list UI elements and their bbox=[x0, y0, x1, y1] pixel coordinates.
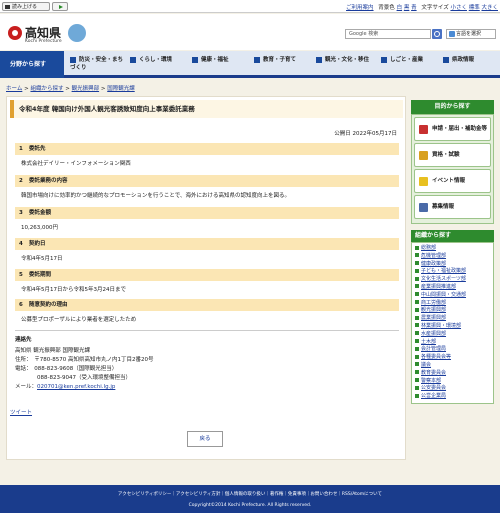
back-button[interactable]: 戻る bbox=[187, 431, 223, 447]
section-text: 韓国市場向けに効率的かつ継続的なプロモーションを行うことで、海外における高知県の… bbox=[21, 193, 291, 199]
section-heading: 5 委託期間 bbox=[15, 269, 399, 281]
language-select[interactable]: 言語を選択 bbox=[446, 29, 496, 39]
kochi-logo-icon[interactable] bbox=[8, 26, 22, 40]
nav-field-search[interactable]: 分野から探す bbox=[0, 51, 64, 78]
bg-blue-link[interactable]: 青 bbox=[411, 5, 417, 11]
nav-item-govt[interactable]: 県政情報 bbox=[443, 51, 499, 78]
utility-bar: 読み上げる ご利用案内 背景色 白 黒 青 文字サイズ 小さく 標準 大きく bbox=[0, 0, 500, 13]
section-heading: 6 随意契約の理由 bbox=[15, 299, 399, 311]
nav-item-education[interactable]: 教育・子育て bbox=[254, 51, 310, 78]
home-icon bbox=[130, 56, 136, 63]
org-heading: 組織から探す bbox=[411, 230, 494, 242]
org-item[interactable]: 農業振興部 bbox=[415, 315, 490, 323]
fontsize-label: 文字サイズ bbox=[421, 5, 449, 11]
org-item[interactable]: 会計管理局 bbox=[415, 346, 490, 354]
global-nav: 分野から探す 防災・安全・まちづくり くらし・環境 健康・福祉 教育・子育て 観… bbox=[0, 51, 500, 78]
utility-links: ご利用案内 背景色 白 黒 青 文字サイズ 小さく 標準 大きく bbox=[346, 3, 498, 11]
bg-white-link[interactable]: 白 bbox=[397, 5, 403, 11]
crumb-org[interactable]: 組織から探す bbox=[30, 86, 63, 92]
section-text: 10,263,000円 bbox=[21, 225, 58, 231]
book-icon bbox=[254, 56, 260, 63]
play-button[interactable] bbox=[52, 2, 68, 11]
bgcolor-label: 背景色 bbox=[378, 5, 395, 11]
org-item[interactable]: 文化生活スポーツ部 bbox=[415, 276, 490, 284]
org-item[interactable]: 公営企業局 bbox=[415, 393, 490, 401]
purpose-box: 申請・届出・補助金等 資格・試験 イベント情報 募集情報 bbox=[411, 114, 494, 224]
org-item[interactable]: 林業振興・環境部 bbox=[415, 323, 490, 331]
purpose-item-exams[interactable]: 資格・試験 bbox=[414, 143, 491, 167]
mascot-icon bbox=[68, 24, 86, 42]
org-item[interactable]: 教育委員会 bbox=[415, 370, 490, 378]
crumb-home[interactable]: ホーム bbox=[6, 86, 22, 92]
org-item[interactable]: 議会 bbox=[415, 362, 490, 370]
footer-links[interactable]: アクセシビリティポリシー｜アクセシビリティ方針｜個人情報の取り扱い｜著作権｜免責… bbox=[0, 485, 500, 497]
shield-icon bbox=[70, 56, 76, 63]
nav-item-work[interactable]: しごと・産業 bbox=[381, 51, 437, 78]
publish-date: 公開日 2022年05月17日 bbox=[334, 131, 397, 137]
crumb-section[interactable]: 国際観光課 bbox=[107, 86, 135, 92]
section-heading: 4 契約日 bbox=[15, 238, 399, 250]
nav-item-safety[interactable]: 防災・安全・まちづくり bbox=[70, 51, 126, 78]
sidebar: 目的から探す 申請・届出・補助金等 資格・試験 イベント情報 募集情報 組織から… bbox=[411, 100, 494, 404]
site-header: 高知県 Kochi Prefecture Google 検索 言語を選択 bbox=[0, 14, 500, 50]
bg-black-link[interactable]: 黒 bbox=[404, 5, 410, 11]
org-item[interactable]: 水産振興部 bbox=[415, 331, 490, 339]
org-item[interactable]: 危機管理部 bbox=[415, 253, 490, 261]
purpose-item-recruit[interactable]: 募集情報 bbox=[414, 195, 491, 219]
people-icon bbox=[419, 203, 428, 212]
plane-icon bbox=[316, 56, 322, 63]
certificate-icon bbox=[419, 151, 428, 160]
building-icon bbox=[443, 56, 449, 63]
breadcrumb: ホーム > 組織から探す > 観光振興部 > 国際観光課 bbox=[6, 86, 135, 92]
search-input[interactable]: Google 検索 bbox=[345, 29, 431, 39]
contact-line: 088-823-9047（受入環境整備担当） bbox=[15, 375, 131, 381]
org-item[interactable]: 公安委員会 bbox=[415, 385, 490, 393]
contact-mail: メール：020701@ken.pref.kochi.lg.jp bbox=[15, 384, 116, 390]
org-item[interactable]: 中山間振興・交通部 bbox=[415, 292, 490, 300]
contact-heading: 連絡先 bbox=[15, 330, 399, 343]
translate-icon bbox=[449, 31, 455, 37]
speaker-icon bbox=[5, 5, 10, 9]
font-normal-link[interactable]: 標準 bbox=[469, 5, 480, 11]
read-aloud-button[interactable]: 読み上げる bbox=[2, 2, 50, 11]
org-item[interactable]: 観光振興部 bbox=[415, 307, 490, 315]
purpose-item-applications[interactable]: 申請・届出・補助金等 bbox=[414, 117, 491, 141]
section-heading: 2 委託業務の内容 bbox=[15, 175, 399, 187]
section-text: 公募型プロポーザルにより業者を選定したため bbox=[21, 317, 137, 323]
org-item[interactable]: 産業振興推進部 bbox=[415, 284, 490, 292]
section-heading: 3 委託金額 bbox=[15, 207, 399, 219]
org-item[interactable]: 各種委員会等 bbox=[415, 354, 490, 362]
search-button[interactable] bbox=[432, 29, 442, 39]
nav-item-health[interactable]: 健康・福祉 bbox=[192, 51, 248, 78]
guide-link[interactable]: ご利用案内 bbox=[346, 5, 374, 11]
contact-line: 電話： 088-823-9608（国際観光担当） bbox=[15, 366, 118, 372]
site-footer: アクセシビリティポリシー｜アクセシビリティ方針｜個人情報の取り扱い｜著作権｜免責… bbox=[0, 485, 500, 513]
page-title: 令和4年度 韓国向け外国人観光客誘致知度向上事業委託業務 bbox=[10, 100, 403, 118]
section-text: 令和4年5月17日 bbox=[21, 256, 63, 262]
flag-icon bbox=[419, 177, 428, 186]
org-list: 総務部 危機管理部 健康政策部 子ども・福祉政策部 文化生活スポーツ部 産業振興… bbox=[411, 242, 494, 404]
section-heading: 1 委託先 bbox=[15, 143, 399, 155]
nav-item-tourism[interactable]: 観光・文化・移住 bbox=[316, 51, 378, 78]
crumb-dept[interactable]: 観光振興部 bbox=[72, 86, 100, 92]
nav-item-living[interactable]: くらし・環境 bbox=[130, 51, 186, 78]
org-item[interactable]: 総務部 bbox=[415, 245, 490, 253]
copyright: Copyright©2014 Kochi Prefecture. All Rig… bbox=[188, 503, 312, 508]
purpose-item-events[interactable]: イベント情報 bbox=[414, 169, 491, 193]
section-text: 令和4年5月17日から令和5年3月24日まで bbox=[21, 287, 126, 293]
site-logo-sub: Kochi Prefecture bbox=[25, 39, 62, 44]
section-text: 株式会社デイリー・インフォメーション関西 bbox=[21, 161, 131, 167]
font-large-link[interactable]: 大きく bbox=[481, 5, 498, 11]
main-content: 令和4年度 韓国向け外国人観光客誘致知度向上事業委託業務 公開日 2022年05… bbox=[6, 96, 406, 460]
briefcase-icon bbox=[381, 56, 387, 63]
tweet-link[interactable]: ツイート bbox=[10, 408, 32, 416]
document-icon bbox=[419, 125, 428, 134]
contact-line: 高知県 観光振興部 国際観光課 bbox=[15, 348, 90, 354]
heart-icon bbox=[192, 56, 198, 63]
font-small-link[interactable]: 小さく bbox=[450, 5, 467, 11]
mail-link[interactable]: 020701@ken.pref.kochi.lg.jp bbox=[37, 384, 115, 390]
purpose-heading: 目的から探す bbox=[411, 100, 494, 114]
contact-line: 住所： 〒780-8570 高知県高知市丸ノ内1丁目2番20号 bbox=[15, 357, 154, 363]
